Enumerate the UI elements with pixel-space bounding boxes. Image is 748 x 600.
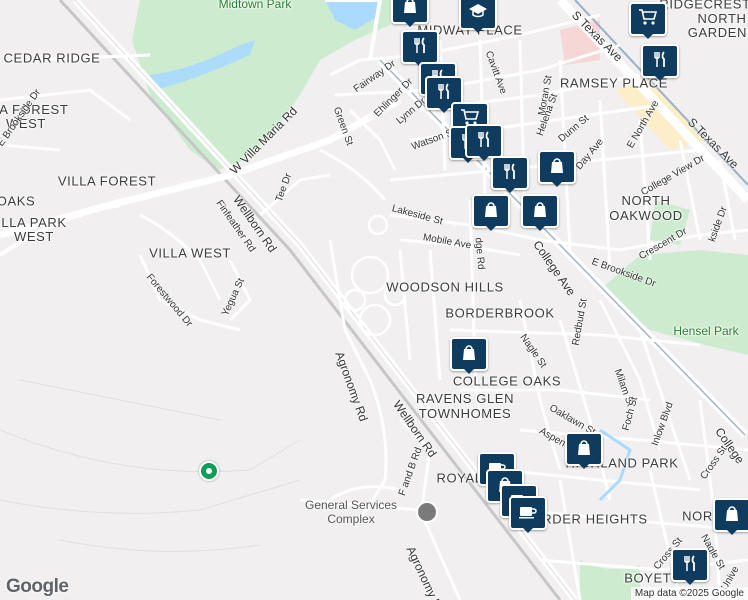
shopping-bag-icon xyxy=(482,200,500,223)
map-marker-shopping-bag[interactable] xyxy=(713,498,748,535)
restaurant-icon xyxy=(411,36,429,59)
map-canvas[interactable]: CEDAR RIDGE LLA FOREST WEST VILLA FOREST… xyxy=(0,0,748,600)
park-label: Midtown Park xyxy=(218,0,292,11)
poi-label[interactable]: General Services Complex xyxy=(305,498,397,526)
map-marker-restaurant[interactable] xyxy=(491,156,529,193)
restaurant-icon xyxy=(681,554,699,577)
neighborhood-label: RAVENS GLEN TOWNHOMES xyxy=(415,391,515,421)
restaurant-icon xyxy=(651,50,669,73)
map-marker-shopping-bag[interactable] xyxy=(450,337,488,374)
shopping-bag-icon xyxy=(723,504,741,527)
shopping-bag-icon xyxy=(531,200,549,223)
neighborhood-label: VILLA FOREST xyxy=(57,173,157,189)
map-attribution[interactable]: Map data ©2025 Google xyxy=(630,587,748,600)
shopping-cart-icon xyxy=(638,8,658,31)
green-place-marker[interactable] xyxy=(199,461,219,481)
neighborhood-label: COLLEGE OAKS xyxy=(452,373,562,389)
map-marker-restaurant[interactable] xyxy=(641,44,679,81)
map-marker-coffee[interactable] xyxy=(509,496,547,533)
government-building-icon[interactable] xyxy=(416,501,438,523)
school-icon xyxy=(468,2,488,25)
map-marker-shopping-bag[interactable] xyxy=(391,0,429,27)
map-marker-restaurant[interactable] xyxy=(671,548,709,585)
map-marker-restaurant[interactable] xyxy=(401,30,439,67)
shopping-bag-icon xyxy=(548,156,566,179)
map-marker-shopping-bag[interactable] xyxy=(538,150,576,187)
restaurant-icon xyxy=(501,162,519,185)
neighborhood-label: BORDERBROOK xyxy=(445,305,555,321)
restaurant-icon xyxy=(475,130,493,153)
map-marker-school[interactable] xyxy=(459,0,497,33)
map-marker-shopping-bag[interactable] xyxy=(472,194,510,231)
neighborhood-label: RIDGECREST xyxy=(659,0,748,12)
shopping-bag-icon xyxy=(460,343,478,366)
park-label: Hensel Park xyxy=(673,324,739,338)
neighborhood-label: WOODSON HILLS xyxy=(386,279,504,295)
neighborhood-label: VILLA WEST xyxy=(149,245,231,261)
map-marker-shopping-bag[interactable] xyxy=(521,194,559,231)
shopping-bag-icon xyxy=(401,0,419,19)
shopping-bag-icon xyxy=(575,438,593,461)
field-lines xyxy=(0,379,301,552)
google-logo[interactable]: Google xyxy=(6,576,69,598)
neighborhood-label: NORTH GARDENS xyxy=(687,11,748,40)
coffee-icon xyxy=(518,502,538,525)
map-marker-shopping-cart[interactable] xyxy=(629,2,667,39)
neighborhood-label: CEDAR RIDGE xyxy=(3,50,101,66)
neighborhood-label: OAKS xyxy=(0,193,36,209)
map-marker-shopping-bag[interactable] xyxy=(565,432,603,469)
neighborhood-label: LLA PARK WEST xyxy=(1,215,67,244)
map-marker-restaurant[interactable] xyxy=(465,124,503,161)
